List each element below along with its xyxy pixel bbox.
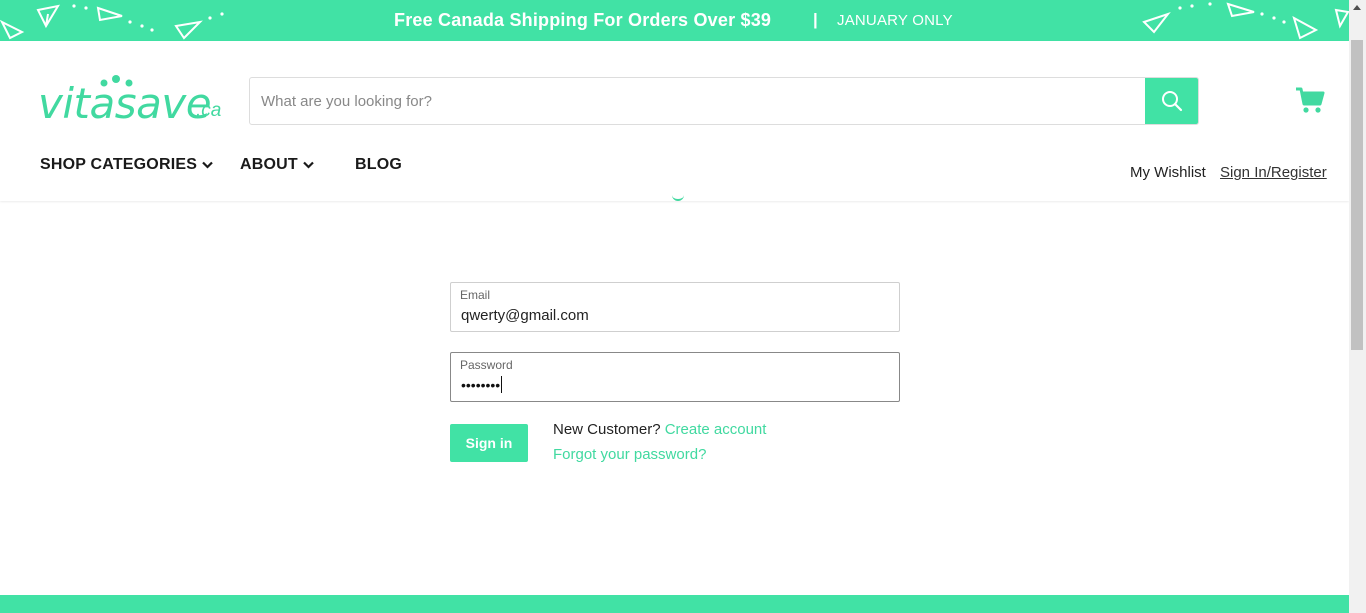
chevron-down-icon bbox=[303, 161, 314, 169]
cart-button[interactable] bbox=[1294, 84, 1326, 116]
nav-about[interactable]: ABOUT bbox=[240, 156, 314, 174]
announcement-bar: Free Canada Shipping For Orders Over $39… bbox=[0, 0, 1349, 41]
forgot-password-link[interactable]: Forgot your password? bbox=[553, 446, 706, 463]
sign-in-button[interactable]: Sign in bbox=[450, 424, 528, 462]
password-value: •••••••• bbox=[461, 376, 503, 393]
sign-in-register-link[interactable]: Sign In/Register bbox=[1220, 164, 1327, 181]
email-field[interactable]: Email qwerty@gmail.com bbox=[450, 282, 900, 332]
nav-shop-categories[interactable]: SHOP CATEGORIES bbox=[40, 156, 213, 174]
shopping-cart-icon bbox=[1296, 87, 1325, 113]
chevron-down-icon bbox=[202, 161, 213, 169]
paper-plane-decoration-right bbox=[1142, 2, 1349, 40]
vitasave-logo[interactable]: vitasave .ca bbox=[38, 75, 228, 128]
logo-suffix: .ca bbox=[196, 100, 222, 121]
search-icon bbox=[1161, 91, 1182, 112]
email-label: Email bbox=[460, 288, 491, 302]
search-input[interactable] bbox=[250, 78, 1146, 124]
scroll-up-arrow-icon[interactable] bbox=[1353, 5, 1361, 10]
nav-blog[interactable]: BLOG bbox=[355, 156, 402, 174]
search-bar bbox=[249, 77, 1199, 125]
page-scrollbar[interactable] bbox=[1349, 0, 1366, 613]
email-value: qwerty@gmail.com bbox=[461, 307, 589, 324]
footer-bar bbox=[0, 595, 1349, 613]
paper-plane-decoration-left bbox=[0, 4, 224, 40]
text-cursor bbox=[501, 376, 503, 393]
password-field[interactable]: Password •••••••• bbox=[450, 352, 900, 402]
create-account-link[interactable]: Create account bbox=[665, 421, 767, 438]
nav-blog-label: BLOG bbox=[355, 156, 403, 173]
logo-word: vitasave bbox=[38, 79, 212, 128]
nav-about-label: ABOUT bbox=[240, 156, 298, 173]
scrollbar-thumb[interactable] bbox=[1351, 40, 1363, 350]
new-customer-text: New Customer? bbox=[553, 421, 661, 438]
wishlist-link[interactable]: My Wishlist bbox=[1130, 164, 1206, 181]
new-customer-row: New Customer? Create account bbox=[553, 421, 766, 438]
nav-shop-categories-label: SHOP CATEGORIES bbox=[40, 156, 198, 173]
announcement-separator: | bbox=[813, 10, 818, 29]
search-button[interactable] bbox=[1145, 78, 1198, 124]
announcement-message: Free Canada Shipping For Orders Over $39 bbox=[394, 10, 772, 30]
password-label: Password bbox=[460, 358, 513, 372]
site-header: vitasave .ca SHOP CATEGORIES ABOUT bbox=[0, 41, 1349, 201]
announcement-subtext: JANUARY ONLY bbox=[837, 12, 953, 29]
